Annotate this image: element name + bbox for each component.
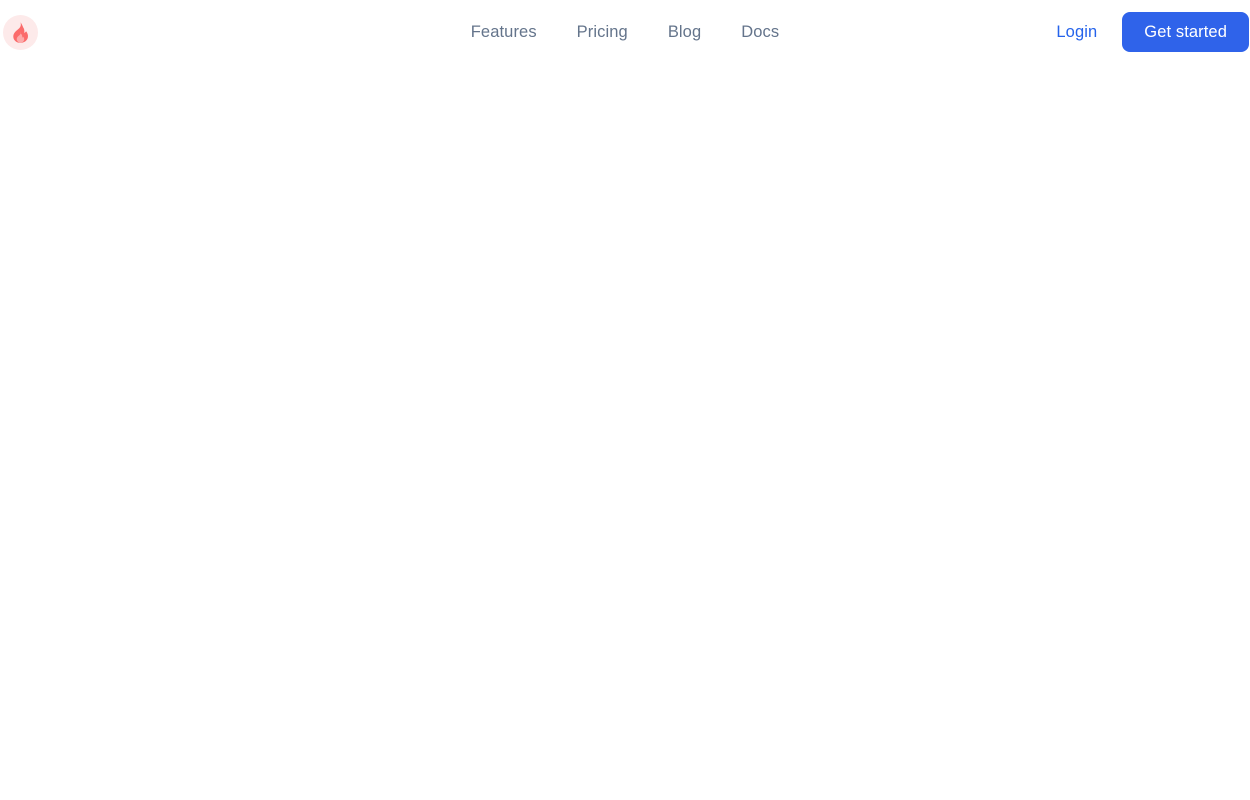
nav-link-pricing[interactable]: Pricing [577,24,628,41]
get-started-button[interactable]: Get started [1122,12,1249,52]
login-link[interactable]: Login [1056,24,1097,41]
page-root: Features Pricing Blog Docs Login Get sta… [0,0,1250,800]
site-header: Features Pricing Blog Docs Login Get sta… [0,0,1250,64]
nav-link-docs[interactable]: Docs [741,24,779,41]
nav-link-blog[interactable]: Blog [668,24,701,41]
nav-link-features[interactable]: Features [471,24,537,41]
page-body [0,64,1250,800]
header-actions: Login Get started [1056,0,1249,64]
